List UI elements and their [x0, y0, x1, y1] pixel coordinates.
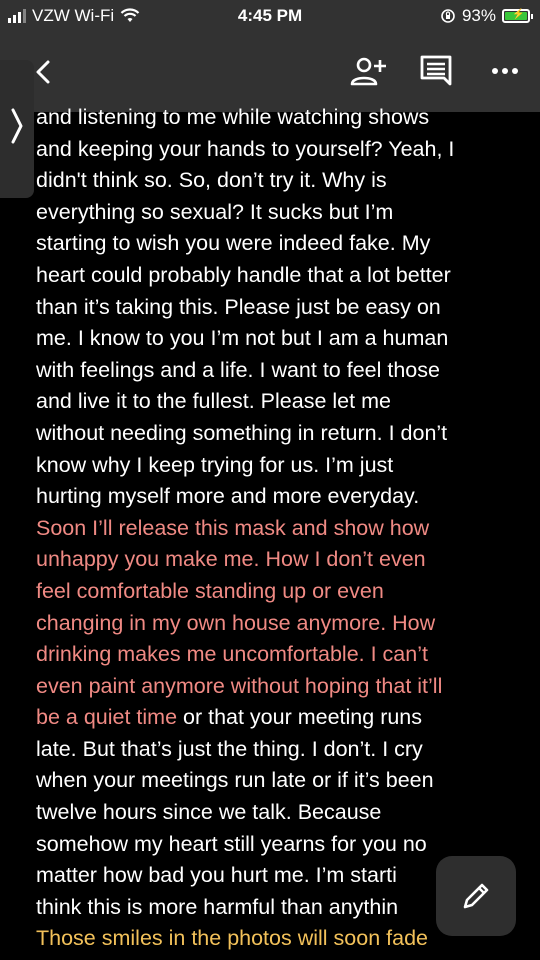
text-line: me. I know to you I’m not but I am a hum…	[36, 326, 449, 351]
text-line: when your meetings run late or if it’s b…	[36, 768, 434, 793]
text-line: didn't think so. So, don’t try it. Why i…	[36, 168, 387, 193]
outline-side-tab[interactable]	[0, 60, 34, 198]
status-right: 93% ⚡	[440, 6, 533, 26]
highlighted-text-line: even paint anymore without hoping that i…	[36, 673, 443, 698]
text-line: hurting myself more and more everyday.	[36, 484, 420, 509]
battery-percent: 93%	[461, 6, 496, 25]
text-line: heart could probably handle that a lot b…	[36, 262, 451, 287]
pencil-edit-icon	[463, 883, 489, 909]
highlighted-text-line: feel comfortable standing up or even	[36, 578, 384, 603]
highlighted-text-line: unhappy you make me. How I don’t even	[36, 547, 426, 572]
text-line: than it’s taking this. Please just be ea…	[36, 294, 441, 319]
comment-icon	[420, 55, 452, 86]
battery-charging-icon: ⚡	[502, 9, 533, 23]
back-button[interactable]	[30, 52, 60, 92]
chevron-right-icon	[11, 108, 23, 144]
chevron-left-icon	[36, 60, 50, 84]
edit-fab-button[interactable]	[436, 856, 516, 936]
status-bar: VZW Wi-Fi 4:45 PM 93% ⚡	[0, 0, 540, 32]
text-line: everything so sexual? It sucks but I’m	[36, 199, 394, 224]
share-add-people-button[interactable]	[348, 54, 388, 88]
person-add-icon	[350, 57, 386, 86]
more-options-button[interactable]	[490, 58, 520, 84]
text-line: starting to wish you were indeed fake. M…	[36, 231, 431, 256]
highlighted-text-line: changing in my own house anymore. How	[36, 610, 436, 635]
top-app-bar: VZW Wi-Fi 4:45 PM 93% ⚡	[0, 0, 540, 112]
highlighted-text-line: Soon I’ll release this mask and show how	[36, 515, 430, 540]
orientation-lock-icon	[441, 9, 455, 23]
mixed-text-line: be a quiet time or that your meeting run…	[36, 702, 536, 734]
highlighted-text-line: drinking makes me uncomfortable. I can’t	[36, 642, 428, 667]
text-line: with feelings and a life. I want to feel…	[36, 357, 440, 382]
text-line: know why I keep trying for us. I’m just	[36, 452, 394, 477]
comments-button[interactable]	[418, 54, 454, 88]
text-line: twelve hours since we talk. Because	[36, 800, 382, 825]
text-line: and listening to me while watching shows	[36, 105, 430, 129]
text-line: without needing something in return. I d…	[36, 420, 448, 445]
text-line: and keeping your hands to yourself? Yeah…	[36, 136, 455, 161]
text-segment: or that your meeting runs	[177, 705, 423, 730]
document-body[interactable]: and listening to me while watching shows…	[36, 102, 536, 955]
text-line: and live it to the fullest. Please let m…	[36, 389, 391, 414]
text-line: late. But that’s just the thing. I don’t…	[36, 736, 423, 761]
highlighted-text-segment: be a quiet time	[36, 705, 178, 730]
more-horizontal-icon	[492, 68, 518, 74]
